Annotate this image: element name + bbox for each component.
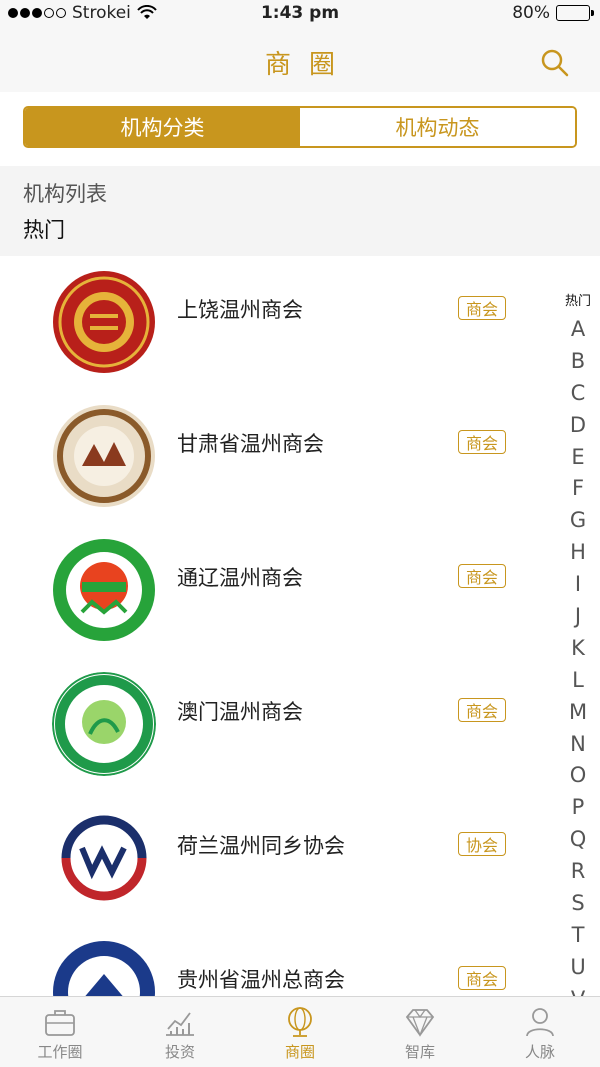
tab-label: 智库: [404, 1043, 435, 1061]
segment-area: 机构分类 机构动态: [0, 92, 600, 166]
alphabet-index[interactable]: 热门ABCDEFGHIJKLMNOPQRSTUV: [560, 290, 596, 1016]
index-item-e[interactable]: E: [571, 442, 584, 474]
tab-bar: 工作圈 投资 商圈 智库 人脉: [0, 996, 600, 1067]
index-item-d[interactable]: D: [570, 410, 586, 442]
tab-workcircle[interactable]: 工作圈: [0, 997, 120, 1067]
segment-org-news[interactable]: 机构动态: [300, 108, 575, 146]
org-tag: 商会: [458, 296, 506, 320]
org-tag: 商会: [458, 564, 506, 588]
section-subtitle: 热门: [23, 218, 65, 242]
index-item-g[interactable]: G: [570, 505, 586, 537]
index-item-hot[interactable]: 热门: [565, 290, 591, 314]
organization-list: 上饶温州商会 商会 甘肃省温州商会 商会 通辽温州商会 商会 澳门温州商会 商会…: [0, 256, 600, 996]
index-item-i[interactable]: I: [575, 569, 581, 601]
gansu-logo: [53, 405, 155, 507]
index-item-f[interactable]: F: [572, 473, 584, 505]
tab-think-tank[interactable]: 智库: [360, 997, 480, 1067]
macau-logo: [52, 672, 156, 776]
index-item-r[interactable]: R: [571, 856, 586, 888]
globe-icon: [288, 1007, 312, 1037]
briefcase-icon: [45, 1010, 75, 1036]
index-item-k[interactable]: K: [571, 633, 585, 665]
page-title: 商圈: [264, 50, 353, 80]
diamond-icon: [405, 1009, 435, 1037]
nav-bar: 商圈: [0, 28, 600, 92]
section-title: 机构列表: [23, 182, 107, 206]
netherlands-logo: [53, 807, 155, 909]
guizhou-logo: [53, 941, 155, 996]
search-icon[interactable]: [540, 48, 570, 78]
index-item-s[interactable]: S: [571, 888, 584, 920]
tab-business-circle[interactable]: 商圈: [240, 997, 360, 1067]
shangrao-logo: [53, 271, 155, 373]
battery-info: 80%: [512, 3, 594, 23]
section-header: 机构列表 热门: [0, 166, 600, 256]
person-icon: [526, 1008, 554, 1037]
tab-label: 人脉: [524, 1043, 555, 1061]
org-tag: 商会: [458, 966, 506, 990]
segment-org-category[interactable]: 机构分类: [25, 108, 300, 146]
org-name: 通辽温州商会: [177, 566, 303, 590]
list-item[interactable]: 甘肃省温州商会 商会: [0, 390, 555, 524]
tab-invest[interactable]: 投资: [120, 997, 240, 1067]
index-item-c[interactable]: C: [571, 378, 586, 410]
org-name: 澳门温州商会: [177, 700, 303, 724]
tongliao-logo: [53, 539, 155, 641]
org-tag: 商会: [458, 698, 506, 722]
list-item[interactable]: 荷兰温州同乡协会 协会: [0, 792, 555, 926]
status-bar: Strokei 1:43 pm 80%: [0, 0, 600, 28]
tab-label: 投资: [164, 1043, 195, 1061]
tab-label: 商圈: [284, 1043, 315, 1061]
index-item-h[interactable]: H: [570, 537, 586, 569]
chart-icon: [166, 1012, 194, 1036]
index-item-a[interactable]: A: [571, 314, 585, 346]
index-item-b[interactable]: B: [571, 346, 585, 378]
org-name: 甘肃省温州商会: [177, 432, 324, 456]
list-item[interactable]: 澳门温州商会 商会: [0, 658, 555, 792]
battery-percent: 80%: [512, 3, 550, 23]
index-item-t[interactable]: T: [572, 920, 585, 952]
segmented-control: 机构分类 机构动态: [23, 106, 577, 148]
list-item[interactable]: 上饶温州商会 商会: [0, 256, 555, 390]
index-item-m[interactable]: M: [569, 697, 587, 729]
list-item[interactable]: 贵州省温州总商会 商会: [0, 926, 555, 996]
org-tag: 协会: [458, 832, 506, 856]
index-item-l[interactable]: L: [572, 665, 584, 697]
org-name: 荷兰温州同乡协会: [177, 834, 345, 858]
org-name: 贵州省温州总商会: [177, 968, 345, 992]
index-item-q[interactable]: Q: [570, 824, 587, 856]
battery-icon: [556, 5, 594, 21]
index-item-p[interactable]: P: [572, 792, 585, 824]
tab-contacts[interactable]: 人脉: [480, 997, 600, 1067]
org-tag: 商会: [458, 430, 506, 454]
index-item-j[interactable]: J: [575, 601, 581, 633]
index-item-n[interactable]: N: [570, 729, 586, 761]
list-item[interactable]: 通辽温州商会 商会: [0, 524, 555, 658]
index-item-u[interactable]: U: [570, 952, 585, 984]
status-time: 1:43 pm: [260, 3, 340, 23]
org-name: 上饶温州商会: [177, 298, 303, 322]
index-item-o[interactable]: O: [570, 760, 587, 792]
tab-label: 工作圈: [37, 1043, 83, 1061]
